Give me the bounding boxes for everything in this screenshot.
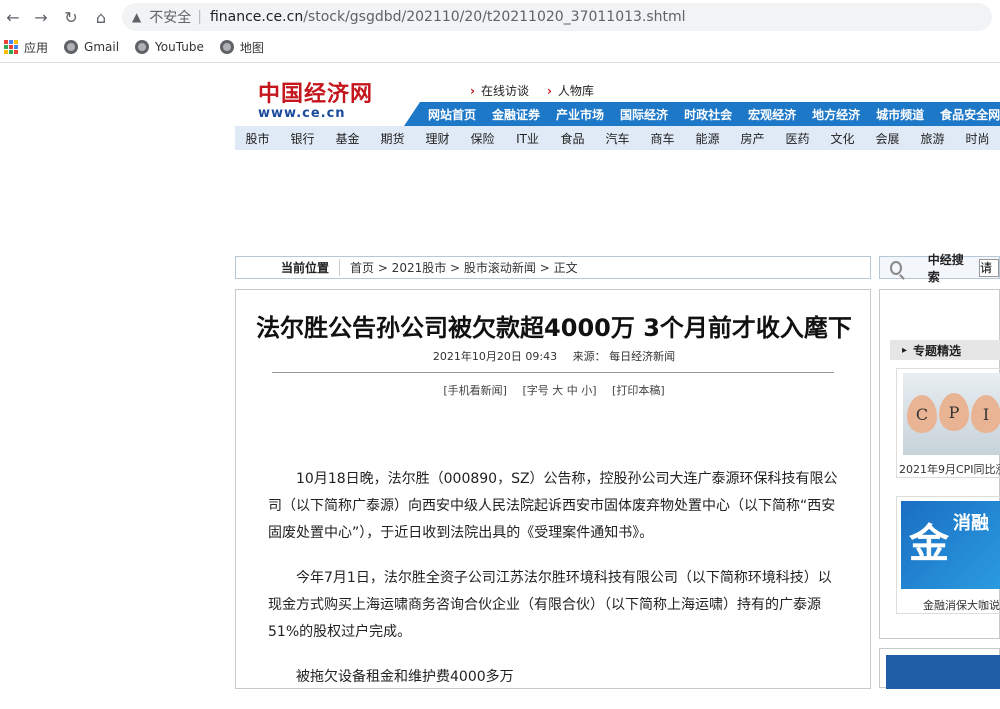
title-divider: [272, 372, 834, 373]
card-caption[interactable]: 2021年9月CPI同比涨: [899, 461, 1000, 477]
subnav-item[interactable]: 理财: [415, 130, 460, 147]
globe-icon: [64, 40, 79, 54]
subnav-item[interactable]: 能源: [685, 130, 730, 147]
logo-text: 中国经济网: [258, 81, 374, 107]
bookmark-apps[interactable]: 应用: [4, 39, 48, 56]
link-interviews[interactable]: 在线访谈: [470, 82, 529, 99]
site-logo[interactable]: 中国经济网 www.ce.cn: [258, 76, 373, 121]
bookmark-maps[interactable]: 地图: [219, 39, 264, 56]
address-divider: |: [197, 9, 202, 25]
subnav-item[interactable]: 会展: [865, 130, 910, 147]
chrome-divider: [0, 62, 1000, 63]
logo-url: www.ce.cn: [258, 106, 346, 121]
secondary-nav: 股市 银行 基金 期货 理财 保险 IT业 食品 汽车 商车 能源 房产 医药 …: [235, 126, 1000, 150]
nav-corner: [404, 102, 420, 126]
globe-icon: [135, 40, 150, 54]
subnav-item[interactable]: 期货: [370, 130, 415, 147]
link-people[interactable]: 人物库: [547, 82, 594, 99]
url-path: /stock/gsgdbd/202110/20/t20211020_370110…: [303, 9, 686, 25]
nav-item[interactable]: 食品安全网: [940, 106, 1000, 123]
breadcrumb: 当前位置 首页 > 2021股市 > 股市滚动新闻 > 正文: [235, 256, 871, 279]
subnav-item[interactable]: 保险: [460, 130, 505, 147]
featured-card-finance[interactable]: 金 消融 金融消保大咖说: [896, 496, 1000, 614]
breadcrumb-path[interactable]: 首页 > 2021股市 > 股市滚动新闻 > 正文: [340, 259, 578, 276]
paragraph: 被拖欠设备租金和维护费4000多万: [296, 669, 514, 685]
nav-item[interactable]: 产业市场: [556, 106, 604, 123]
back-icon[interactable]: ←: [2, 6, 24, 28]
egg: P: [939, 393, 969, 431]
egg: C: [907, 395, 937, 433]
article-tools: [手机看新闻] [字号 大 中 小] [打印本稿]: [236, 382, 872, 398]
article-source: 来源： 每日经济新闻: [572, 350, 676, 363]
bookmark-youtube[interactable]: YouTube: [135, 40, 204, 54]
article-title: 法尔胜公告孙公司被欠款超4000万 3个月前才收入麾下: [256, 314, 852, 342]
nav-item[interactable]: 国际经济: [620, 106, 668, 123]
breadcrumb-label: 当前位置: [236, 259, 340, 276]
paragraph: 10月18日晚，法尔胜（000890，SZ）公告称，控股孙公司大连广泰源环保科技…: [268, 471, 838, 541]
bookmark-label: 地图: [239, 40, 264, 55]
apps-icon: [4, 40, 18, 54]
site-search: 中经搜索: [879, 253, 1000, 284]
nav-item[interactable]: 地方经济: [812, 106, 860, 123]
bookmark-label: YouTube: [155, 40, 204, 54]
font-size-control[interactable]: [字号 大 中 小]: [522, 384, 596, 397]
top-links: 在线访谈 人物库: [470, 82, 594, 99]
bookmark-gmail[interactable]: Gmail: [64, 40, 119, 54]
subnav-item[interactable]: 基金: [325, 130, 370, 147]
card-caption[interactable]: 金融消保大咖说: [923, 597, 1000, 613]
print-link[interactable]: [打印本稿]: [612, 384, 665, 397]
nav-item[interactable]: 网站首页: [428, 106, 476, 123]
cpi-eggs-image: C P I: [903, 373, 1000, 455]
sidebar-ad[interactable]: [879, 648, 1000, 689]
security-label[interactable]: 不安全: [149, 7, 191, 27]
address-bar[interactable]: ▲ 不安全 | finance.ce.cn/stock/gsgdbd/20211…: [122, 3, 992, 31]
banner-small-text: 消融: [953, 513, 989, 534]
subnav-item[interactable]: 商车: [640, 130, 685, 147]
warning-icon[interactable]: ▲: [132, 10, 141, 24]
subnav-item[interactable]: 汽车: [595, 130, 640, 147]
article-meta: 2021年10月20日 09:43 来源： 每日经济新闻: [236, 348, 872, 364]
bookmark-label: Gmail: [84, 40, 120, 54]
home-icon[interactable]: ⌂: [90, 6, 112, 28]
search-icon[interactable]: [890, 260, 902, 275]
primary-nav: 网站首页 金融证券 产业市场 国际经济 时政社会 宏观经济 地方经济 城市频道 …: [420, 102, 1000, 126]
article-date: 2021年10月20日 09:43: [432, 350, 558, 363]
featured-heading: 专题精选: [890, 340, 1000, 360]
subnav-item[interactable]: 时尚: [955, 130, 1000, 147]
featured-card-cpi[interactable]: C P I 2021年9月CPI同比涨: [896, 368, 1000, 478]
nav-item[interactable]: 城市频道: [876, 106, 924, 123]
subnav-item[interactable]: IT业: [505, 130, 550, 147]
article-body: 10月18日晚，法尔胜（000890，SZ）公告称，控股孙公司大连广泰源环保科技…: [268, 466, 838, 709]
globe-icon: [219, 40, 234, 54]
bookmark-label: 应用: [24, 40, 49, 55]
nav-item[interactable]: 宏观经济: [748, 106, 796, 123]
egg: I: [971, 395, 1000, 433]
article-panel: 法尔胜公告孙公司被欠款超4000万 3个月前才收入麾下 2021年10月20日 …: [235, 289, 871, 689]
banner-big-text: 金: [909, 520, 949, 567]
url-host: finance.ce.cn: [209, 9, 304, 25]
reload-icon[interactable]: ↻: [60, 6, 82, 28]
search-input[interactable]: [979, 258, 999, 277]
nav-item[interactable]: 金融证券: [492, 106, 540, 123]
nav-item[interactable]: 时政社会: [684, 106, 732, 123]
subnav-item[interactable]: 银行: [280, 130, 325, 147]
subnav-item[interactable]: 旅游: [910, 130, 955, 147]
ad-image: [886, 655, 1000, 689]
subnav-item[interactable]: 文化: [820, 130, 865, 147]
search-label: 中经搜索: [927, 252, 964, 284]
subnav-item[interactable]: 房产: [730, 130, 775, 147]
bookmarks-bar: 应用 Gmail YouTube 地图: [0, 34, 1000, 60]
sidebar: 专题精选 C P I 2021年9月CPI同比涨 金 消融 金融消保大咖说: [879, 289, 1000, 639]
subnav-item[interactable]: 食品: [550, 130, 595, 147]
paragraph: 今年7月1日，法尔胜全资子公司江苏法尔胜环境科技有限公司（以下简称环境科技）以现…: [268, 570, 832, 640]
subnav-item[interactable]: 股市: [235, 130, 280, 147]
subnav-item[interactable]: 医药: [775, 130, 820, 147]
forward-icon[interactable]: →: [30, 6, 52, 28]
finance-banner: 金 消融: [901, 501, 1000, 589]
browser-toolbar: ← → ↻ ⌂ ▲ 不安全 | finance.ce.cn/stock/gsgd…: [0, 0, 1000, 34]
mobile-news-link[interactable]: [手机看新闻]: [443, 384, 507, 397]
